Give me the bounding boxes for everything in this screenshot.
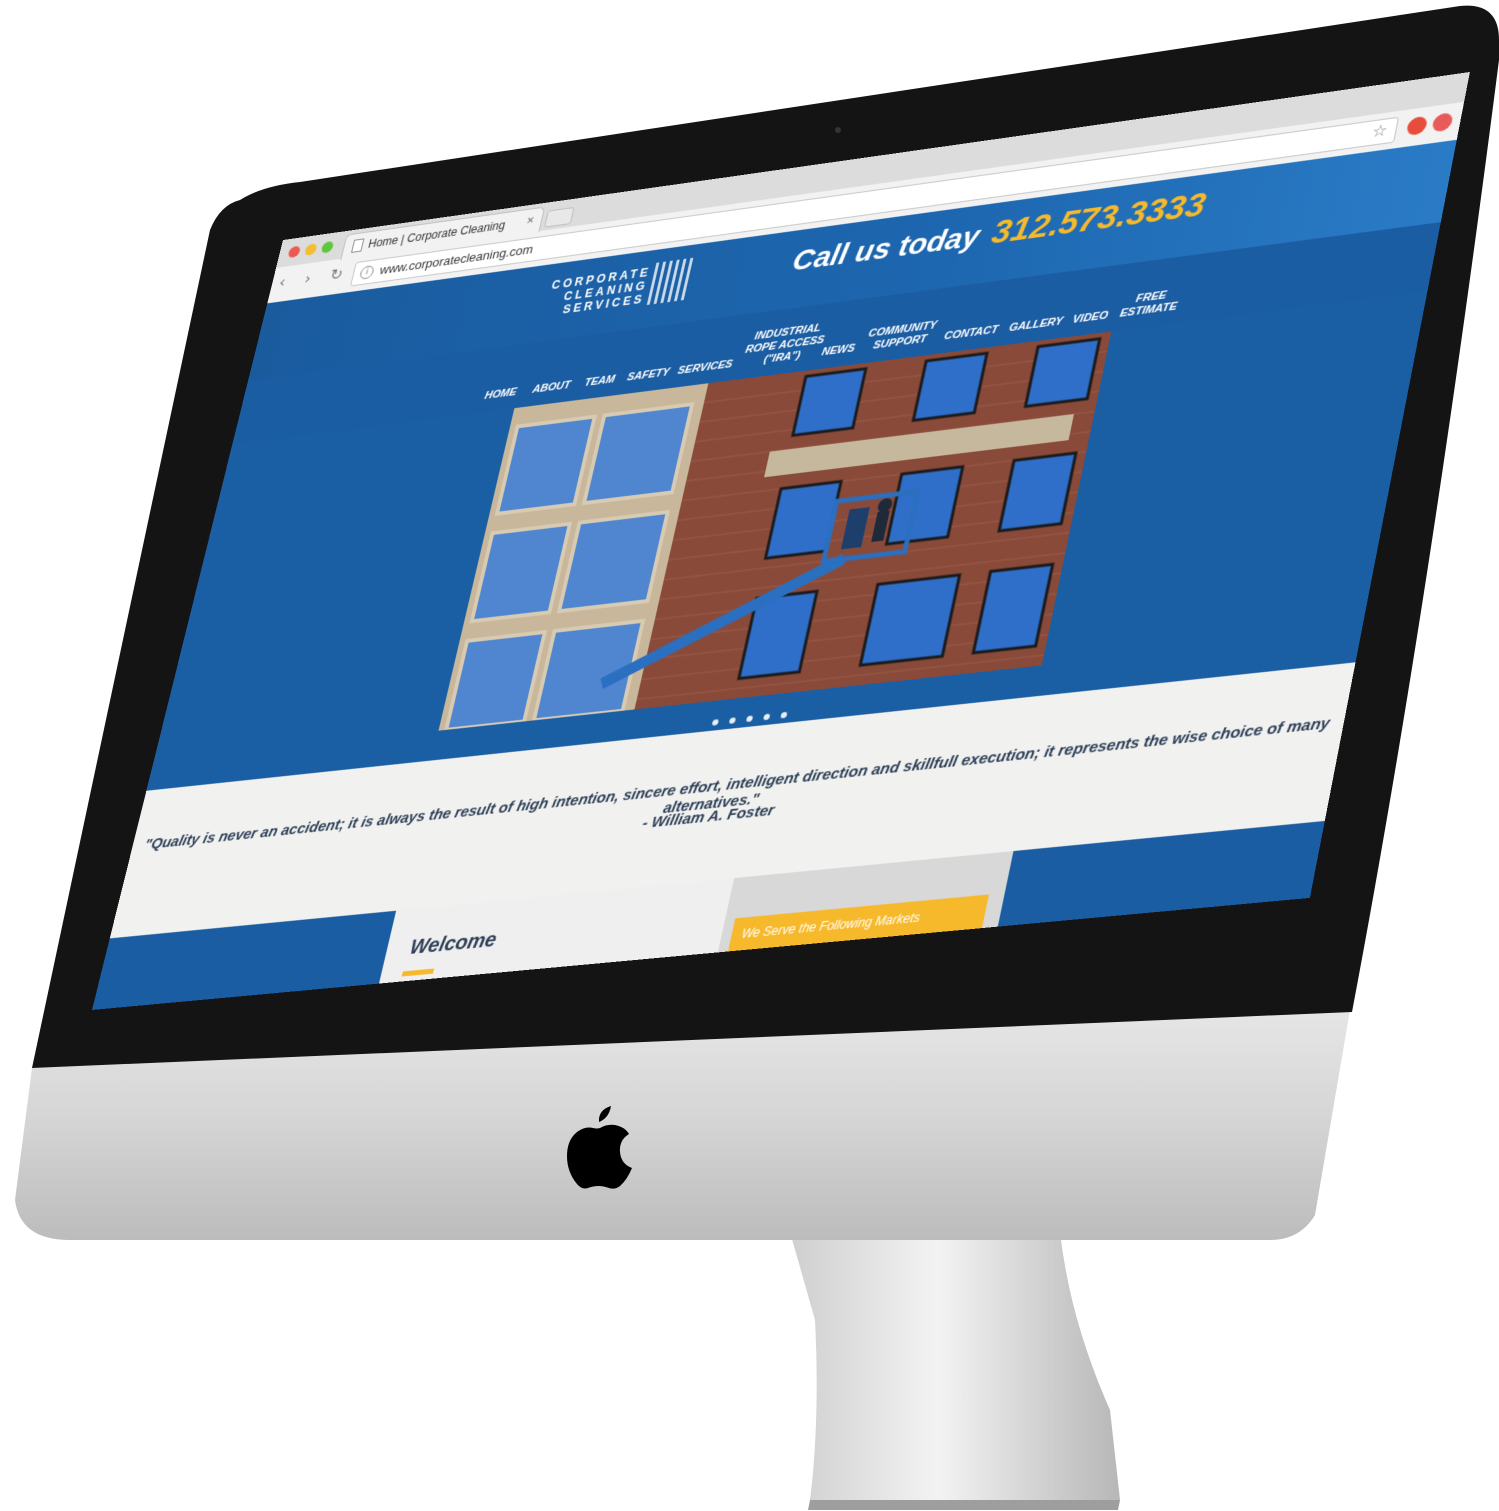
browser-nav-buttons[interactable]: ‹ › ↻ [277, 264, 352, 292]
tab-close-icon[interactable]: × [525, 212, 536, 227]
nav-item-free-estimate[interactable]: FREE ESTIMATE [1119, 288, 1181, 321]
heading-underline [401, 968, 435, 977]
slider-dot[interactable] [763, 713, 771, 721]
slider-dot[interactable] [728, 717, 737, 724]
slider-dot[interactable] [711, 719, 720, 726]
close-window-icon[interactable] [287, 245, 302, 259]
bookmark-star-icon[interactable]: ☆ [1370, 120, 1389, 141]
maximize-window-icon[interactable] [320, 240, 335, 254]
apple-logo-icon [567, 1106, 632, 1189]
slider-dot[interactable] [780, 711, 788, 719]
nav-item-safety[interactable]: SAFETY [626, 366, 671, 384]
slider-dot[interactable] [746, 715, 754, 723]
document-icon [351, 238, 365, 253]
nav-item-rope-access[interactable]: INDUSTRIAL ROPE ACCESS ("IRA") [741, 321, 828, 369]
nav-item-team[interactable]: TEAM [583, 374, 616, 390]
extension-icon[interactable] [1405, 115, 1429, 137]
nav-item-services[interactable]: SERVICES [676, 358, 734, 378]
extension-icon[interactable] [1431, 112, 1454, 133]
nav-item-video[interactable]: VIDEO [1071, 309, 1109, 326]
nav-item-community-support[interactable]: COMMUNITY SUPPORT [864, 319, 938, 353]
minimize-window-icon[interactable] [303, 243, 318, 256]
imac-mockup: Home | Corporate Cleaning × ‹ › ↻ i www.… [0, 0, 1499, 1511]
nav-item-contact[interactable]: CONTACT [943, 324, 999, 344]
nav-item-about[interactable]: ABOUT [531, 379, 571, 396]
nav-item-gallery[interactable]: GALLERY [1008, 315, 1064, 335]
new-tab-button[interactable] [543, 206, 575, 228]
slider-pagination [710, 702, 793, 726]
info-icon[interactable]: i [358, 264, 376, 280]
stand [790, 1232, 1120, 1500]
nav-item-home[interactable]: HOME [483, 386, 517, 403]
nav-item-news[interactable]: NEWS [820, 342, 857, 359]
logo-grid-icon [646, 257, 696, 306]
welcome-heading: Welcome [407, 928, 499, 960]
